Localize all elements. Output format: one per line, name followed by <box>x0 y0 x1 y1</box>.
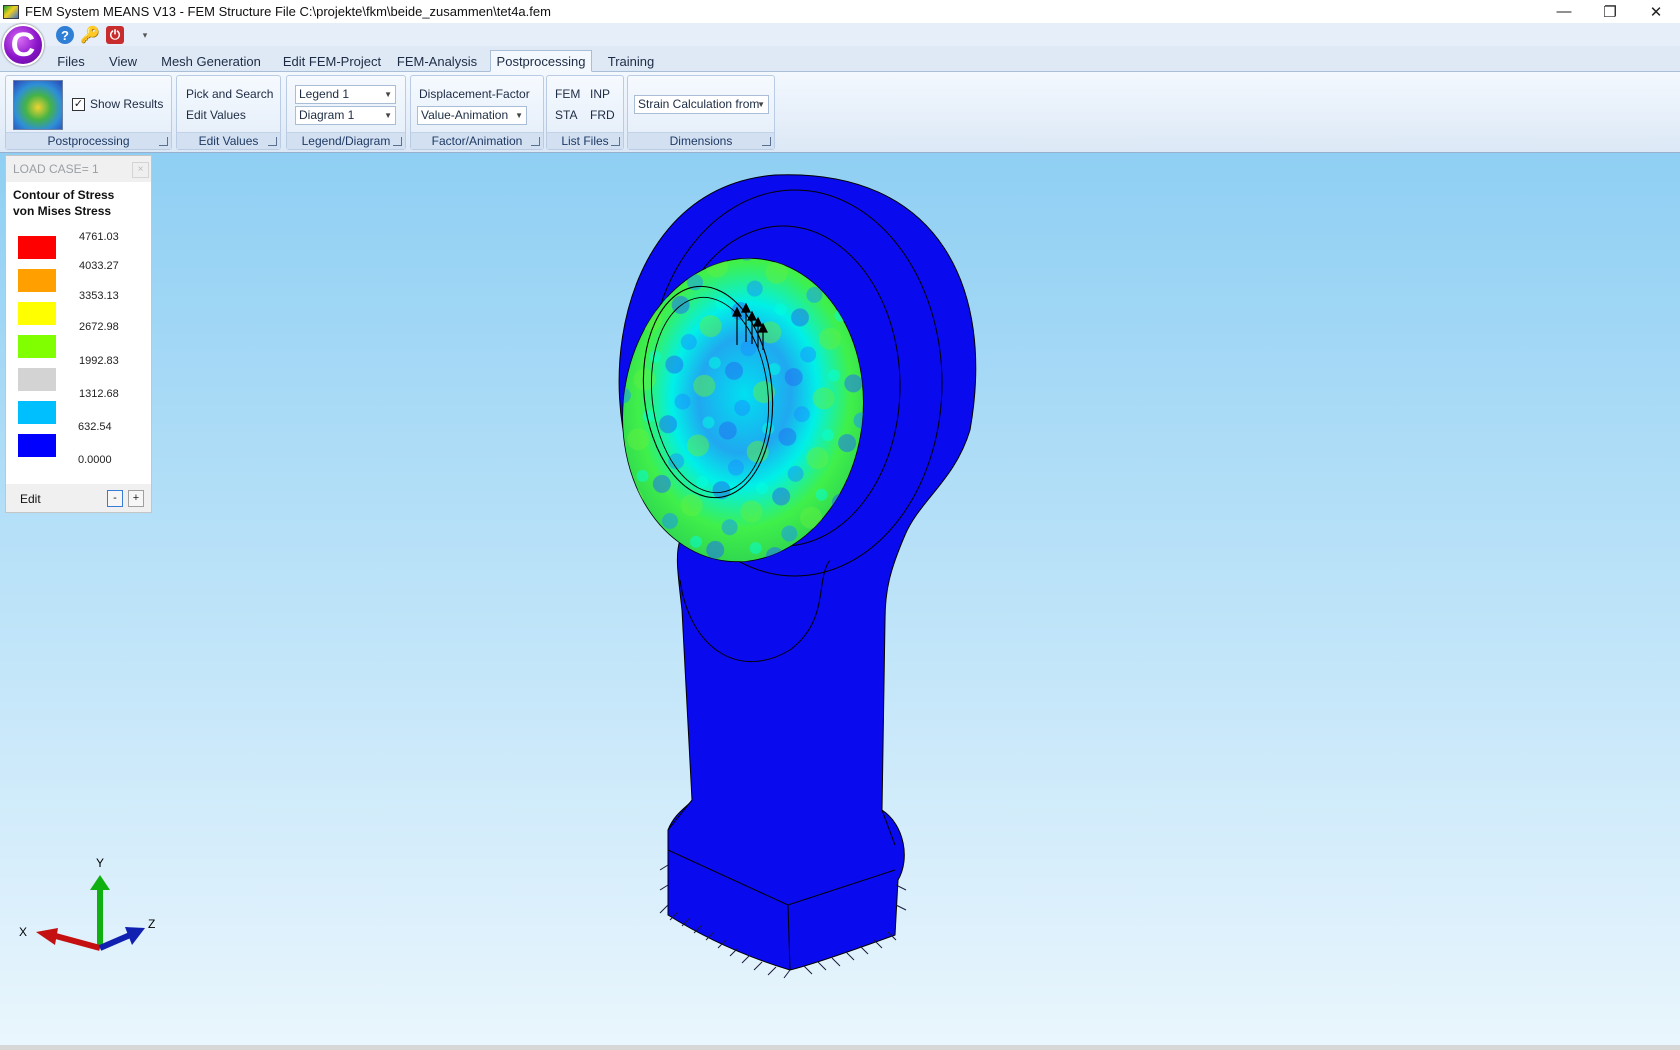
stress-legend-panel: LOAD CASE= 1 × Contour of Stress von Mis… <box>5 155 152 513</box>
axis-triad <box>36 875 145 951</box>
legend-value: 1312.68 <box>79 388 119 400</box>
legend-title-line1: Contour of Stress <box>13 188 115 202</box>
application-menu-button[interactable]: C <box>2 24 44 66</box>
legend-swatch-yellow <box>18 302 56 325</box>
legend-swatch-grey <box>18 368 56 391</box>
axis-z-label: Z <box>148 917 155 931</box>
legend-edit-button[interactable]: Edit <box>20 492 41 506</box>
legend-swatch-blue <box>18 434 56 457</box>
legend-value: 4033.27 <box>79 260 119 272</box>
legend-value: 4761.03 <box>79 231 119 243</box>
legend-value: 632.54 <box>78 421 112 433</box>
legend-swatch-cyan <box>18 401 56 424</box>
legend-value: 2672.98 <box>79 321 119 333</box>
legend-value: 3353.13 <box>79 290 119 302</box>
legend-value: 1992.83 <box>79 355 119 367</box>
legend-value-bottom: 0.0000 <box>78 454 112 466</box>
legend-plus-button[interactable]: + <box>128 490 144 507</box>
status-strip <box>0 1045 1680 1050</box>
legend-swatch-orange <box>18 269 56 292</box>
legend-close-button[interactable]: × <box>132 162 149 178</box>
axis-y-label: Y <box>96 856 104 870</box>
tab-postprocessing[interactable]: Postprocessing <box>490 50 592 72</box>
legend-swatch-red <box>18 236 56 259</box>
axis-x-label: X <box>19 925 27 939</box>
load-case-header: LOAD CASE= 1 <box>6 156 151 182</box>
fem-model-view[interactable]: Y X Z <box>0 0 1680 1050</box>
legend-minus-button[interactable]: - <box>107 490 123 507</box>
legend-title-line2: von Mises Stress <box>13 204 112 218</box>
legend-swatch-green <box>18 335 56 358</box>
